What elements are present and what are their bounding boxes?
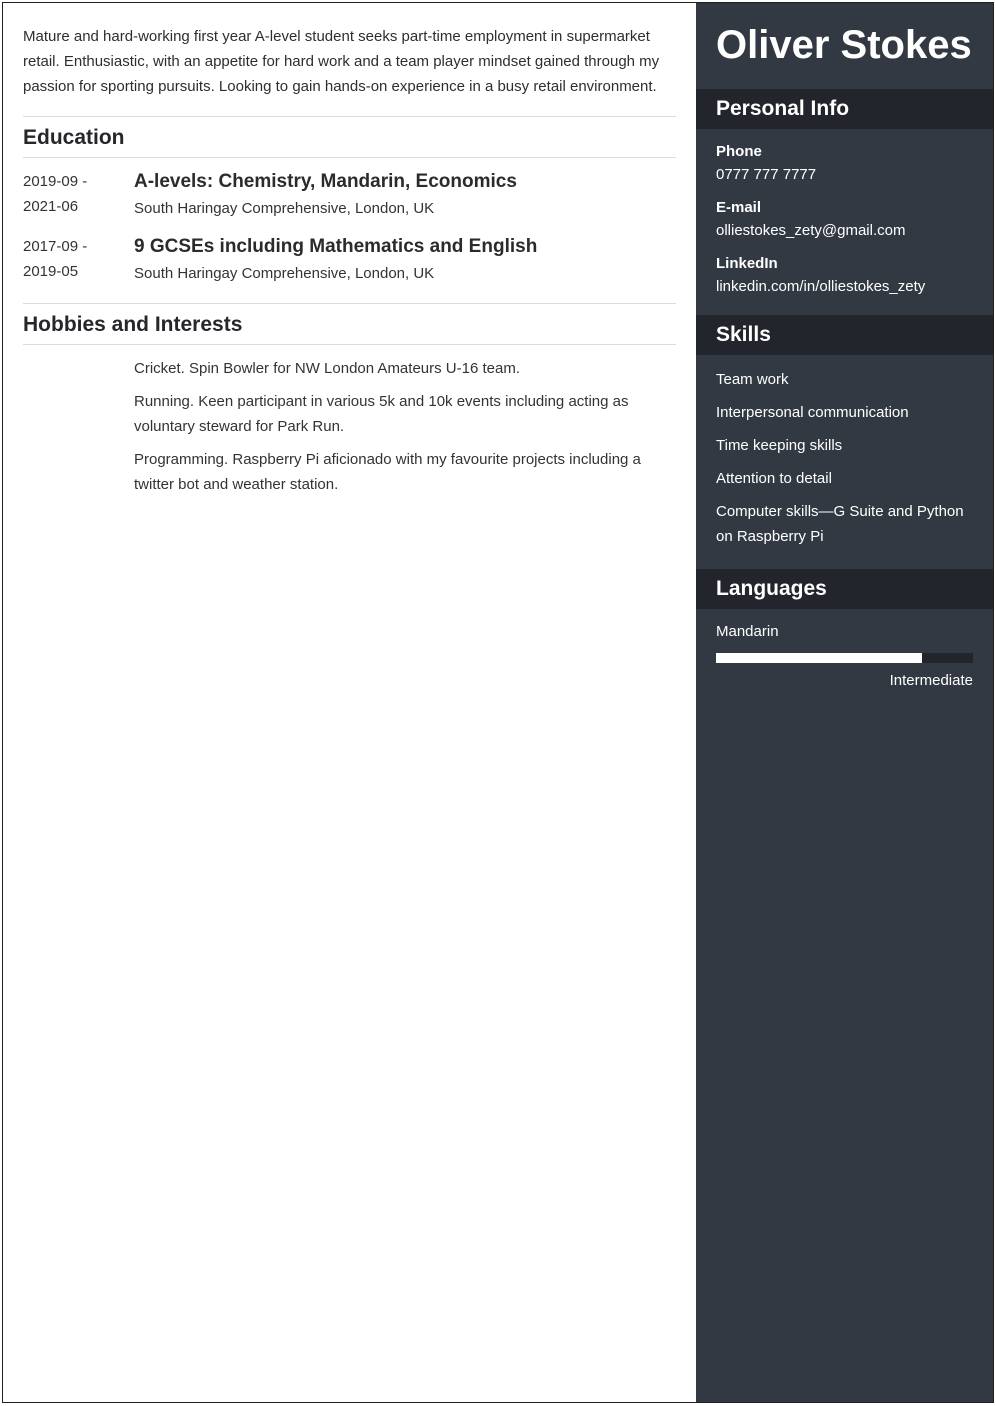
phone-label: Phone	[716, 143, 762, 160]
email-label: E-mail	[716, 199, 762, 216]
skill-item: Team work	[716, 371, 789, 388]
education-dates: 2019-09 - 2021-06	[23, 169, 134, 221]
linkedin-label: LinkedIn	[716, 255, 778, 272]
degree-title: 9 GCSEs including Mathematics and Englis…	[134, 236, 538, 257]
hobby-item: Running. Keen participant in various 5k …	[134, 393, 629, 435]
education-dates: 2017-09 - 2019-05	[23, 234, 134, 286]
summary-text: Mature and hard-working first year A-lev…	[23, 24, 676, 117]
candidate-name: Oliver Stokes	[716, 23, 972, 67]
hobby-item: Cricket. Spin Bowler for NW London Amate…	[134, 360, 520, 377]
sidebar: Oliver Stokes Personal Info Phone 0777 7…	[696, 3, 993, 1402]
skill-item: Computer skills—G Suite and Python on Ra…	[716, 503, 964, 545]
personal-info-heading: Personal Info	[696, 89, 993, 129]
education-list: 2019-09 - 2021-06 A-levels: Chemistry, M…	[23, 158, 676, 304]
language-proficiency-bar	[716, 653, 973, 663]
date-start: 2017-09 -	[23, 238, 88, 255]
hobbies-list: Cricket. Spin Bowler for NW London Amate…	[23, 345, 676, 497]
education-item: 2019-09 - 2021-06 A-levels: Chemistry, M…	[23, 169, 676, 221]
resume-page: Mature and hard-working first year A-lev…	[2, 2, 994, 1403]
degree-title: A-levels: Chemistry, Mandarin, Economics	[134, 171, 517, 192]
date-start: 2019-09 -	[23, 173, 88, 190]
language-level: Intermediate	[889, 672, 973, 689]
skills-heading: Skills	[696, 315, 993, 355]
phone-value: 0777 777 7777	[716, 166, 817, 183]
main-column: Mature and hard-working first year A-lev…	[23, 3, 676, 505]
date-end: 2019-05	[23, 263, 79, 280]
email-value: olliestokes_zety@gmail.com	[716, 222, 906, 239]
language-name: Mandarin	[716, 623, 779, 640]
personal-info-section: Phone 0777 777 7777 E-mail olliestokes_z…	[696, 129, 993, 315]
education-heading: Education	[23, 117, 676, 158]
linkedin-value: linkedin.com/in/olliestokes_zety	[716, 278, 926, 295]
school-name: South Haringay Comprehensive, London, UK	[134, 265, 435, 282]
language-proficiency-fill	[716, 653, 922, 663]
skill-item: Time keeping skills	[716, 437, 843, 454]
skill-item: Attention to detail	[716, 470, 832, 487]
date-end: 2021-06	[23, 198, 79, 215]
hobby-item: Programming. Raspberry Pi aficionado wit…	[134, 451, 641, 493]
education-item: 2017-09 - 2019-05 9 GCSEs including Math…	[23, 234, 676, 286]
languages-section: Mandarin Intermediate	[696, 609, 993, 708]
skills-section: Team work Interpersonal communication Ti…	[696, 355, 993, 569]
hobbies-heading: Hobbies and Interests	[23, 304, 676, 345]
languages-heading: Languages	[696, 569, 993, 609]
skill-item: Interpersonal communication	[716, 404, 909, 421]
school-name: South Haringay Comprehensive, London, UK	[134, 200, 435, 217]
